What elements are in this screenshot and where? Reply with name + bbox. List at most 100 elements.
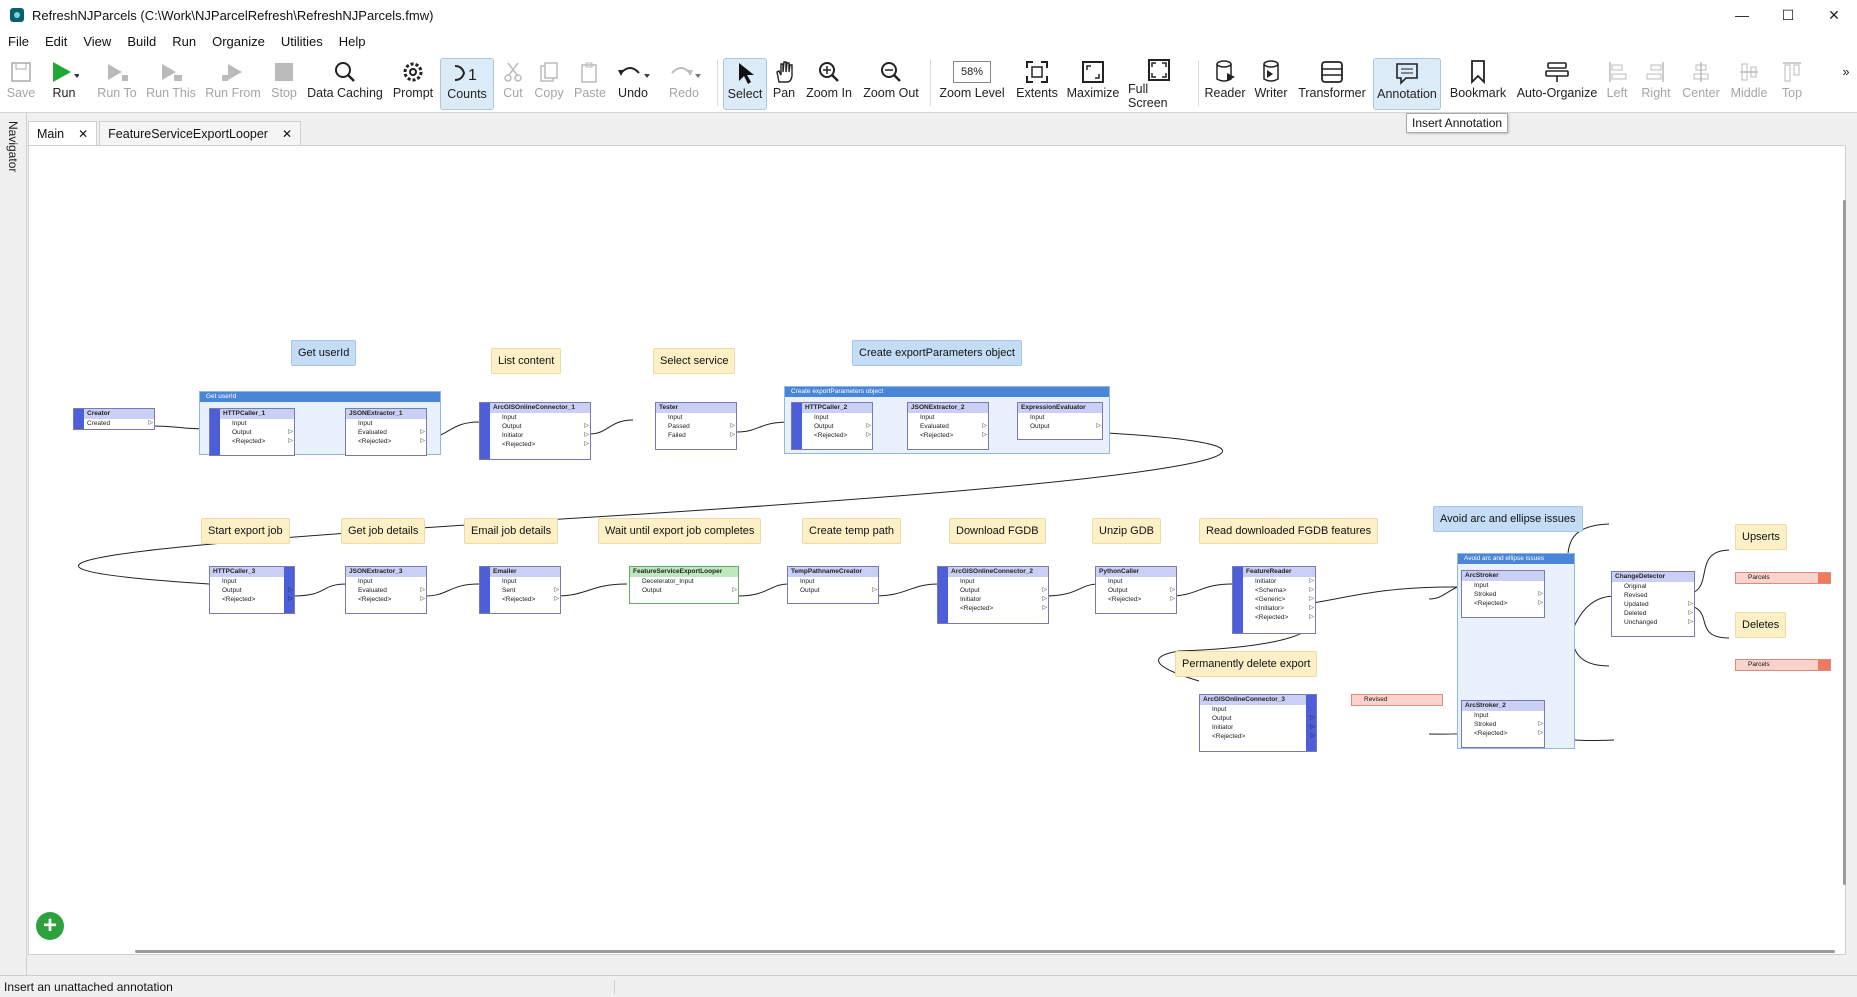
rejected-port[interactable]: <Rejected> bbox=[480, 595, 560, 604]
annotation-deletes[interactable]: Deletes bbox=[1735, 612, 1787, 638]
input-port[interactable]: Input bbox=[1096, 577, 1176, 586]
output-port[interactable]: Output bbox=[792, 422, 872, 431]
close-icon[interactable]: ✕ bbox=[78, 127, 88, 141]
transformer-featureserviceexportlooper[interactable]: FeatureServiceExportLooper Decelerator_I… bbox=[629, 566, 739, 604]
maximize-button[interactable]: ☐ bbox=[1765, 0, 1811, 30]
run-this-button[interactable]: Run This bbox=[146, 58, 196, 108]
transformer-httpcaller-2[interactable]: HTTPCaller_2 Input Output <Rejected> bbox=[791, 402, 873, 450]
cut-button[interactable]: Cut bbox=[500, 58, 526, 108]
writer-feature-type-parcels-delete[interactable]: Parcels bbox=[1735, 659, 1831, 671]
output-port[interactable]: Output bbox=[630, 586, 738, 595]
rejected-port[interactable]: <Rejected> bbox=[1462, 729, 1544, 738]
input-port[interactable]: Input bbox=[480, 577, 560, 586]
passed-port[interactable]: Passed bbox=[656, 422, 736, 431]
menu-run[interactable]: Run bbox=[164, 34, 204, 49]
run-to-button[interactable]: Run To bbox=[96, 58, 138, 108]
input-port[interactable]: Input bbox=[346, 577, 426, 586]
menu-utilities[interactable]: Utilities bbox=[273, 34, 331, 49]
copy-button[interactable]: Copy bbox=[533, 58, 565, 108]
annotation-read-fgdb-features[interactable]: Read downloaded FGDB features bbox=[1199, 518, 1379, 544]
input-port[interactable]: Input bbox=[1462, 581, 1544, 590]
transformer-httpcaller-3[interactable]: HTTPCaller_3 Input Output <Rejected> bbox=[209, 566, 295, 614]
output-port[interactable]: Output bbox=[480, 422, 590, 431]
select-button[interactable]: Select bbox=[723, 58, 767, 110]
initiator-output-port[interactable]: <Initiator> bbox=[1233, 604, 1315, 613]
writer-button[interactable]: Writer bbox=[1252, 58, 1290, 108]
transformer-httpcaller-1[interactable]: HTTPCaller_1 Input Output <Rejected> bbox=[209, 408, 295, 456]
rejected-port[interactable]: <Rejected> bbox=[346, 595, 426, 604]
minimize-button[interactable]: — bbox=[1719, 0, 1765, 30]
deleted-port[interactable]: Deleted bbox=[1612, 609, 1694, 618]
rejected-port[interactable]: <Rejected> bbox=[1200, 732, 1316, 741]
schema-port[interactable]: <Schema> bbox=[1233, 586, 1315, 595]
close-icon[interactable]: ✕ bbox=[282, 127, 292, 141]
align-left-button[interactable]: Left bbox=[1604, 58, 1630, 108]
extents-button[interactable]: Extents bbox=[1016, 58, 1058, 108]
menu-build[interactable]: Build bbox=[119, 34, 164, 49]
run-button[interactable]: Run bbox=[46, 58, 82, 108]
rejected-port[interactable]: <Rejected> bbox=[908, 431, 988, 440]
output-port[interactable]: Evaluated bbox=[346, 428, 426, 437]
reader-feature-type-revised[interactable]: Revised bbox=[1351, 694, 1443, 706]
original-port[interactable]: Original bbox=[1612, 582, 1694, 591]
transformer-tester[interactable]: Tester Input Passed Failed bbox=[655, 402, 737, 450]
counts-button[interactable]: 1 Counts bbox=[440, 58, 494, 110]
transformer-creator[interactable]: Creator Created bbox=[73, 408, 155, 430]
tab-main[interactable]: Main ✕ bbox=[28, 121, 98, 146]
annotation-email-job-details[interactable]: Email job details bbox=[464, 518, 559, 544]
prompt-button[interactable]: Prompt bbox=[391, 58, 435, 108]
annotation-create-export-parameters[interactable]: Create exportParameters object bbox=[852, 340, 1022, 366]
revised-port[interactable]: Revised bbox=[1612, 591, 1694, 600]
output-port[interactable]: Output bbox=[1096, 586, 1176, 595]
generic-port[interactable]: <Generic> bbox=[1233, 595, 1315, 604]
transformer-jsonextractor-3[interactable]: JSONExtractor_3 Input Evaluated <Rejecte… bbox=[345, 566, 427, 614]
transformer-expressionevaluator[interactable]: ExpressionEvaluator Input Output bbox=[1017, 402, 1103, 440]
paste-button[interactable]: Paste bbox=[573, 58, 607, 108]
transformer-jsonextractor-2[interactable]: JSONExtractor_2 Input Evaluated <Rejecte… bbox=[907, 402, 989, 450]
annotation-button[interactable]: Annotation bbox=[1373, 58, 1441, 110]
transformer-temppathnamecreator[interactable]: TempPathnameCreator Input Output bbox=[787, 566, 879, 604]
toolbar-overflow-button[interactable]: » bbox=[1840, 58, 1852, 108]
annotation-get-job-details[interactable]: Get job details bbox=[341, 518, 426, 544]
rejected-port[interactable]: <Rejected> bbox=[346, 437, 426, 446]
horizontal-scrollbar[interactable] bbox=[135, 950, 1835, 953]
rejected-port[interactable]: <Rejected> bbox=[938, 604, 1048, 613]
rejected-port[interactable]: <Rejected> bbox=[1233, 613, 1315, 622]
menu-edit[interactable]: Edit bbox=[37, 34, 75, 49]
zoom-level-control[interactable]: 58% Zoom Level bbox=[938, 58, 1006, 108]
output-port[interactable]: Output bbox=[210, 586, 294, 595]
annotation-select-service[interactable]: Select service bbox=[653, 348, 736, 374]
stop-button[interactable]: Stop bbox=[270, 58, 298, 108]
input-port[interactable]: Decelerator_Input bbox=[630, 577, 738, 586]
auto-organize-button[interactable]: Auto-Organize bbox=[1516, 58, 1598, 108]
menu-help[interactable]: Help bbox=[331, 34, 374, 49]
output-port[interactable]: Output bbox=[1200, 714, 1316, 723]
rejected-port[interactable]: <Rejected> bbox=[1462, 599, 1544, 608]
navigator-sidebar[interactable]: Navigator bbox=[0, 113, 27, 975]
redo-button[interactable]: Redo bbox=[665, 58, 703, 108]
input-port[interactable]: Input bbox=[346, 419, 426, 428]
annotation-upserts[interactable]: Upserts bbox=[1735, 524, 1787, 550]
align-center-button[interactable]: Center bbox=[1682, 58, 1720, 108]
transformer-jsonextractor-1[interactable]: JSONExtractor_1 Input Evaluated <Rejecte… bbox=[345, 408, 427, 456]
menu-organize[interactable]: Organize bbox=[204, 34, 273, 49]
zoom-in-button[interactable]: Zoom In bbox=[803, 58, 855, 108]
rejected-port[interactable]: <Rejected> bbox=[792, 431, 872, 440]
input-port[interactable]: Input bbox=[788, 577, 878, 586]
menu-file[interactable]: File bbox=[0, 34, 37, 49]
transformer-changedetector[interactable]: ChangeDetector Original Revised Updated … bbox=[1611, 571, 1695, 637]
input-port[interactable]: Input bbox=[938, 577, 1048, 586]
transformer-arcstroker[interactable]: ArcStroker Input Stroked <Rejected> bbox=[1461, 570, 1545, 618]
writer-feature-type-parcels-upsert[interactable]: Parcels bbox=[1735, 572, 1831, 584]
transformer-arcgisonlineconnector-2[interactable]: ArcGISOnlineConnector_2 Input Output Ini… bbox=[937, 566, 1049, 624]
align-middle-button[interactable]: Middle bbox=[1728, 58, 1770, 108]
rejected-port[interactable]: <Rejected> bbox=[210, 595, 294, 604]
input-port[interactable]: Input bbox=[210, 577, 294, 586]
maximize-canvas-button[interactable]: Maximize bbox=[1066, 58, 1120, 108]
output-port[interactable]: Created bbox=[74, 419, 154, 428]
zoom-level-input[interactable]: 58% bbox=[953, 61, 991, 83]
rejected-port[interactable]: <Rejected> bbox=[210, 437, 294, 446]
annotation-list-content[interactable]: List content bbox=[491, 348, 562, 374]
transformer-button[interactable]: Transformer bbox=[1298, 58, 1366, 108]
transformer-pythoncaller[interactable]: PythonCaller Input Output <Rejected> bbox=[1095, 566, 1177, 614]
